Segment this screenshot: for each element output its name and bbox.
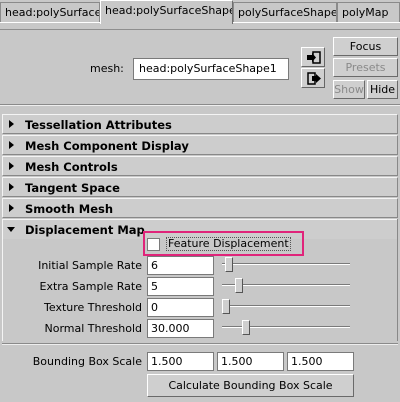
- expand-arrow-icon: [9, 183, 14, 191]
- mesh-name-field[interactable]: head:polySurfaceShape1: [133, 58, 289, 80]
- bounding-box-scale-y-field[interactable]: 1.500: [217, 352, 284, 371]
- tab-poly-surface[interactable]: head:polySurface1: [0, 2, 100, 22]
- section-smooth-mesh[interactable]: Smooth Mesh: [2, 198, 398, 218]
- presets-button[interactable]: Presets: [333, 58, 398, 77]
- section-tangent-space[interactable]: Tangent Space: [2, 177, 398, 197]
- expand-arrow-icon: [9, 141, 14, 149]
- expand-arrow-icon: [9, 120, 14, 128]
- texture-threshold-slider-thumb[interactable]: [222, 299, 230, 314]
- focus-button[interactable]: Focus: [333, 37, 398, 56]
- section-tessellation-attributes[interactable]: Tessellation Attributes: [2, 114, 398, 134]
- show-button[interactable]: Show: [333, 80, 365, 99]
- header-separator: [0, 104, 400, 106]
- section-mesh-component-display[interactable]: Mesh Component Display: [2, 135, 398, 155]
- bounding-separator: [2, 343, 398, 345]
- extra-sample-rate-field[interactable]: 5: [147, 277, 214, 296]
- hide-button[interactable]: Hide: [367, 80, 398, 99]
- header-divider: [0, 29, 400, 30]
- highlight-box: [143, 231, 304, 256]
- tab-poly-surface-shape[interactable]: head:polySurfaceShape1: [100, 0, 233, 24]
- section-title: Smooth Mesh: [25, 202, 114, 216]
- section-title: Mesh Controls: [25, 160, 118, 174]
- normal-threshold-label: Normal Threshold: [44, 322, 142, 335]
- bounding-box-scale-label: Bounding Box Scale: [32, 355, 142, 368]
- texture-threshold-field[interactable]: 0: [147, 298, 214, 317]
- load-selected-button[interactable]: [301, 47, 325, 67]
- expand-arrow-icon: [9, 204, 14, 212]
- initial-sample-rate-label: Initial Sample Rate: [38, 259, 142, 272]
- input-connection-icon: [307, 51, 321, 64]
- go-to-output-button[interactable]: [301, 68, 325, 88]
- texture-threshold-label: Texture Threshold: [44, 301, 142, 314]
- section-title: Tessellation Attributes: [25, 118, 172, 132]
- tab-poly-surface-shape-plain[interactable]: polySurfaceShape1: [233, 2, 337, 22]
- initial-sample-rate-field[interactable]: 6: [147, 256, 214, 275]
- mesh-label: mesh:: [90, 62, 124, 75]
- extra-sample-rate-slider-thumb[interactable]: [235, 278, 243, 293]
- expand-arrow-icon: [9, 162, 14, 170]
- bounding-box-scale-x-field[interactable]: 1.500: [147, 352, 214, 371]
- normal-threshold-field[interactable]: 30.000: [147, 319, 214, 338]
- texture-threshold-slider-track[interactable]: [222, 305, 350, 307]
- initial-sample-rate-slider-track[interactable]: [222, 263, 350, 265]
- calculate-bounding-box-scale-button[interactable]: Calculate Bounding Box Scale: [147, 374, 354, 397]
- tab-bar: head:polySurface1 head:polySurfaceShape1…: [0, 0, 400, 24]
- section-title: Mesh Component Display: [25, 139, 189, 153]
- initial-sample-rate-slider-thumb[interactable]: [225, 257, 233, 272]
- bounding-box-scale-z-field[interactable]: 1.500: [287, 352, 354, 371]
- tab-poly-map[interactable]: polyMap: [337, 2, 400, 22]
- output-connection-icon: [307, 72, 321, 85]
- section-mesh-controls[interactable]: Mesh Controls: [2, 156, 398, 176]
- normal-threshold-slider-thumb[interactable]: [242, 320, 250, 335]
- section-title: Tangent Space: [25, 181, 120, 195]
- extra-sample-rate-label: Extra Sample Rate: [39, 280, 143, 293]
